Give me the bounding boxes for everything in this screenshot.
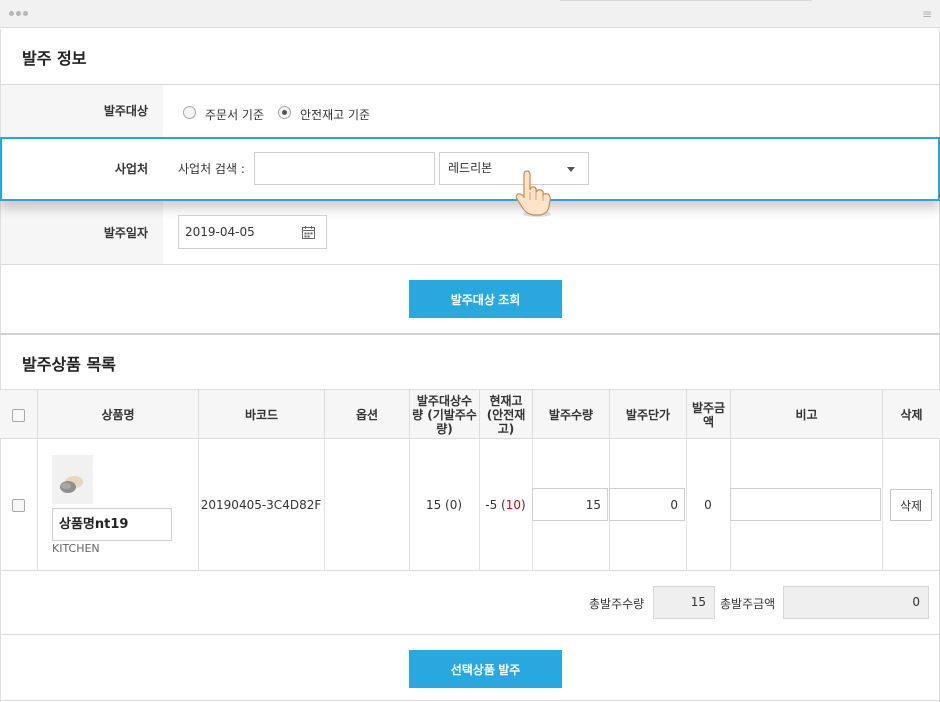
total-amount-label: 총발주금액 (720, 597, 776, 611)
header-delete: 삭제 (882, 390, 940, 440)
order-date-input[interactable]: 2019-04-05 (178, 215, 327, 249)
total-qty-value: 15 (653, 586, 715, 619)
calendar-icon[interactable] (302, 226, 315, 239)
order-date-value: 2019-04-05 (185, 225, 255, 239)
header-barcode: 바코드 (198, 390, 324, 440)
product-name-field[interactable]: 상품명nt19 (52, 508, 172, 541)
order-date-label: 발주일자 (103, 226, 148, 240)
bottom-border (0, 700, 940, 701)
product-thumbnail (52, 455, 93, 504)
submit-order-button[interactable]: 선택상품 발주 (409, 650, 562, 688)
vendor-search-input[interactable] (254, 152, 435, 185)
menu-icon[interactable]: ≡ (922, 8, 932, 20)
stock-close: ) (521, 498, 526, 512)
header-stock: 현재고 (안전재고) (479, 390, 532, 440)
memo-input[interactable] (730, 488, 881, 521)
vendor-label: 사업처 (114, 162, 148, 176)
total-qty-label: 총발주수량 (589, 597, 645, 611)
radio-safety-stock-label: 안전재고 기준 (300, 108, 371, 122)
product-image-icon (60, 476, 83, 493)
stock-safety: 10 (505, 498, 522, 512)
search-target-button[interactable]: 발주대상 조회 (409, 280, 562, 318)
section-divider (0, 333, 940, 335)
product-list-title: 발주상품 목록 (22, 355, 116, 374)
order-qty-input[interactable] (532, 488, 608, 521)
window-dots-icon (9, 11, 28, 16)
titlebar-divider (560, 0, 812, 1)
col-line (37, 439, 38, 570)
col-line (324, 439, 325, 570)
total-amount-value: 0 (783, 586, 929, 619)
row-checkbox[interactable] (12, 499, 25, 512)
divider (0, 264, 940, 265)
radio-safety-stock[interactable] (278, 106, 291, 119)
stock-current: -5 ( (485, 498, 506, 512)
vendor-search-label: 사업처 검색 : (178, 162, 245, 176)
window-titlebar: ≡ (0, 0, 940, 28)
header-option: 옵션 (324, 390, 409, 440)
divider (0, 570, 940, 571)
divider (0, 634, 940, 635)
chevron-down-icon (567, 167, 575, 172)
header-unit-price: 발주단가 (609, 390, 686, 440)
header-name: 상품명 (37, 390, 198, 440)
product-amount: 0 (704, 498, 712, 512)
select-all-checkbox[interactable] (12, 408, 25, 422)
order-target-label: 발주대상 (103, 104, 148, 118)
vendor-select-value: 레드리본 (448, 161, 493, 175)
header-memo: 비고 (730, 390, 882, 440)
product-barcode: 20190405-3C4D82F (200, 498, 322, 512)
product-target-qty: 15 (0) (425, 498, 463, 512)
header-amount: 발주금액 (686, 390, 730, 440)
header-target-qty: 발주대상수량 (기발주수량) (409, 390, 479, 440)
radio-order-based-label: 주문서 기준 (205, 108, 265, 122)
header-checkbox-cell (0, 390, 37, 440)
col-line (882, 439, 883, 570)
delete-button[interactable]: 삭제 (890, 489, 932, 521)
unit-price-input[interactable] (609, 488, 685, 521)
product-name: 상품명nt19 (59, 517, 129, 532)
table-header: 상품명 바코드 옵션 발주대상수량 (기발주수량) 현재고 (안전재고) 발주수… (0, 389, 940, 440)
product-category: KITCHEN (52, 542, 100, 555)
radio-order-based[interactable] (183, 106, 196, 119)
hand-pointer-icon (515, 170, 551, 217)
header-order-qty: 발주수량 (532, 390, 609, 440)
product-stock: -5 (10) (479, 498, 532, 512)
